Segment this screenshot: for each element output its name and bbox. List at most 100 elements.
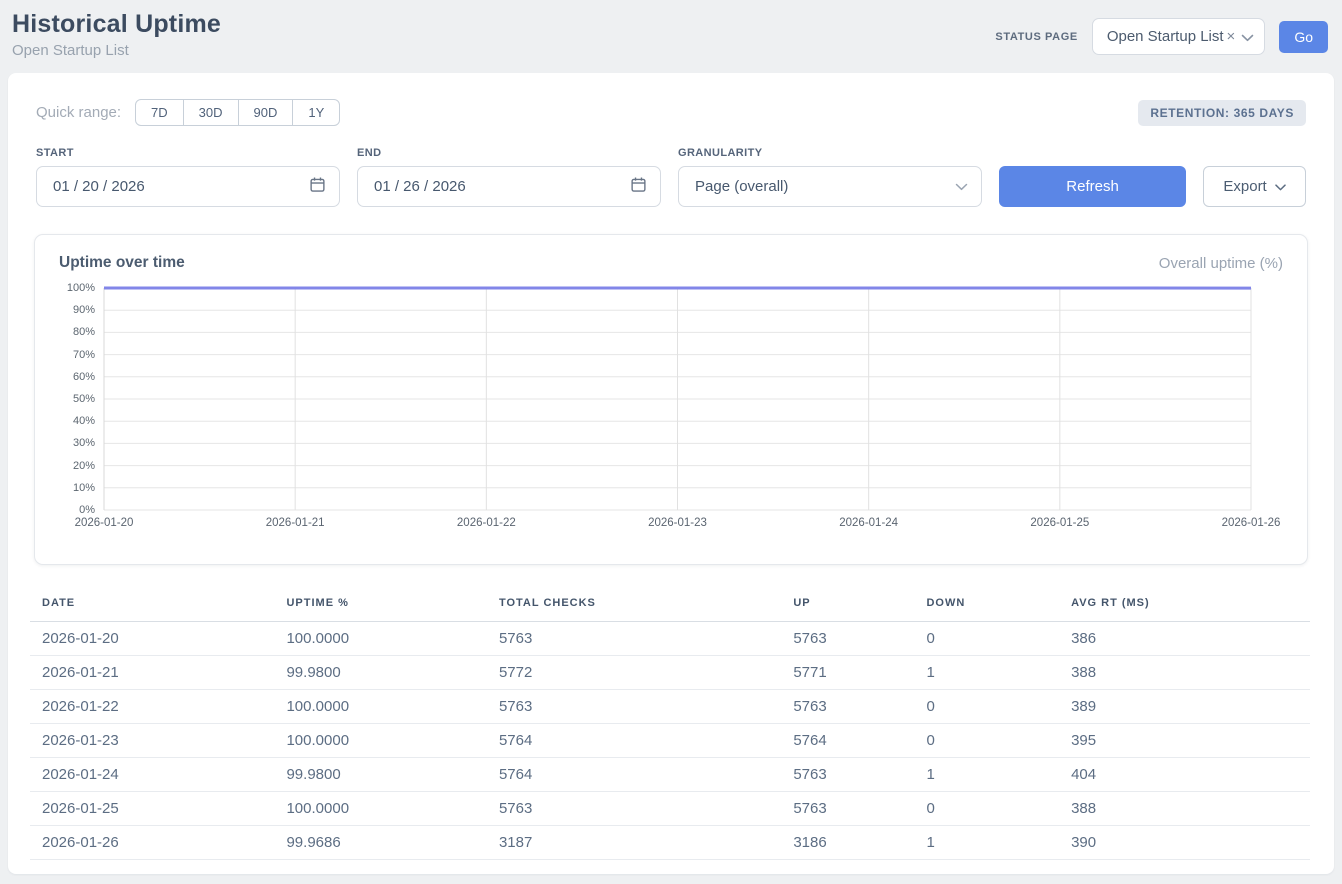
- table-cell: 5771: [781, 656, 914, 690]
- status-page-select[interactable]: Open Startup List ×: [1092, 18, 1266, 55]
- quick-range-30d-button[interactable]: 30D: [183, 99, 239, 126]
- table-cell: 99.9800: [274, 656, 486, 690]
- uptime-table-section: DATEUPTIME %TOTAL CHECKSUPDOWNAVG RT (MS…: [30, 591, 1310, 860]
- granularity-value: Page (overall): [695, 178, 788, 195]
- quick-range-7d-button[interactable]: 7D: [135, 99, 184, 126]
- table-row: 2026-01-2499.9800576457631404: [30, 758, 1310, 792]
- quick-range-label: Quick range:: [36, 104, 121, 121]
- start-date-field: START 01 / 20 / 2026: [36, 147, 340, 207]
- chart-canvas: [104, 288, 1251, 510]
- table-row: 2026-01-2699.9686318731861390: [30, 826, 1310, 860]
- end-date-input[interactable]: 01 / 26 / 2026: [357, 166, 661, 207]
- table-cell: 390: [1059, 826, 1310, 860]
- y-axis-tick: 90%: [73, 304, 95, 316]
- table-cell: 100.0000: [274, 724, 486, 758]
- uptime-line-chart: 100%90%80%70%60%50%40%30%20%10%0%2026-01…: [104, 288, 1251, 510]
- x-axis-tick: 2026-01-25: [1030, 517, 1089, 529]
- table-cell: 99.9686: [274, 826, 486, 860]
- calendar-icon[interactable]: [630, 176, 647, 197]
- y-axis-tick: 0%: [79, 504, 95, 516]
- table-row: 2026-01-23100.0000576457640395: [30, 724, 1310, 758]
- filter-controls-row: START 01 / 20 / 2026 END 01 / 26 / 2026: [36, 147, 1306, 207]
- table-cell: 395: [1059, 724, 1310, 758]
- table-cell: 5763: [781, 690, 914, 724]
- chart-legend: Overall uptime (%): [1159, 255, 1283, 272]
- x-axis-tick: 2026-01-26: [1222, 517, 1281, 529]
- y-axis-tick: 40%: [73, 415, 95, 427]
- table-cell: 5763: [487, 690, 781, 724]
- title-block: Historical Uptime Open Startup List: [12, 10, 221, 59]
- y-axis-tick: 80%: [73, 326, 95, 338]
- quick-range-90d-button[interactable]: 90D: [238, 99, 294, 126]
- table-cell: 2026-01-23: [30, 724, 274, 758]
- table-cell: 1: [914, 758, 1059, 792]
- x-axis-tick: 2026-01-21: [266, 517, 325, 529]
- table-cell: 0: [914, 690, 1059, 724]
- column-header: DOWN: [914, 591, 1059, 622]
- y-axis-tick: 60%: [73, 371, 95, 383]
- go-button[interactable]: Go: [1279, 21, 1328, 53]
- table-cell: 3187: [487, 826, 781, 860]
- table-row: 2026-01-25100.0000576357630388: [30, 792, 1310, 826]
- main-card: Quick range: 7D30D90D1Y RETENTION: 365 D…: [8, 73, 1334, 874]
- table-cell: 3186: [781, 826, 914, 860]
- quick-range-1y-button[interactable]: 1Y: [292, 99, 340, 126]
- table-cell: 2026-01-26: [30, 826, 274, 860]
- y-axis-tick: 70%: [73, 349, 95, 361]
- table-cell: 100.0000: [274, 792, 486, 826]
- table-cell: 100.0000: [274, 622, 486, 656]
- table-cell: 5763: [781, 622, 914, 656]
- table-cell: 5764: [487, 758, 781, 792]
- table-cell: 100.0000: [274, 690, 486, 724]
- table-cell: 389: [1059, 690, 1310, 724]
- table-cell: 1: [914, 656, 1059, 690]
- table-header-row: DATEUPTIME %TOTAL CHECKSUPDOWNAVG RT (MS…: [30, 591, 1310, 622]
- column-header: UP: [781, 591, 914, 622]
- table-cell: 1: [914, 826, 1059, 860]
- chart-header: Uptime over time Overall uptime (%): [35, 254, 1307, 272]
- table-cell: 386: [1059, 622, 1310, 656]
- table-row: 2026-01-22100.0000576357630389: [30, 690, 1310, 724]
- calendar-icon[interactable]: [309, 176, 326, 197]
- table-row: 2026-01-2199.9800577257711388: [30, 656, 1310, 690]
- end-date-field: END 01 / 26 / 2026: [357, 147, 661, 207]
- y-axis-tick: 100%: [67, 282, 95, 294]
- chevron-down-icon: [1241, 29, 1254, 46]
- clear-icon[interactable]: ×: [1227, 29, 1236, 44]
- column-header: TOTAL CHECKS: [487, 591, 781, 622]
- table-cell: 5763: [781, 792, 914, 826]
- start-date-input[interactable]: 01 / 20 / 2026: [36, 166, 340, 207]
- y-axis-tick: 10%: [73, 482, 95, 494]
- uptime-table: DATEUPTIME %TOTAL CHECKSUPDOWNAVG RT (MS…: [30, 591, 1310, 860]
- uptime-chart-card: Uptime over time Overall uptime (%) 100%…: [34, 234, 1308, 565]
- table-cell: 5764: [487, 724, 781, 758]
- x-axis-tick: 2026-01-23: [648, 517, 707, 529]
- table-cell: 0: [914, 724, 1059, 758]
- table-cell: 2026-01-21: [30, 656, 274, 690]
- table-cell: 404: [1059, 758, 1310, 792]
- table-cell: 5764: [781, 724, 914, 758]
- export-button[interactable]: Export: [1203, 166, 1306, 207]
- retention-badge: RETENTION: 365 DAYS: [1138, 100, 1306, 126]
- table-cell: 5763: [487, 792, 781, 826]
- table-cell: 388: [1059, 792, 1310, 826]
- y-axis-tick: 20%: [73, 460, 95, 472]
- table-cell: 2026-01-24: [30, 758, 274, 792]
- table-cell: 388: [1059, 656, 1310, 690]
- status-page-select-value: Open Startup List: [1107, 28, 1224, 45]
- chart-title: Uptime over time: [59, 254, 185, 272]
- y-axis-tick: 50%: [73, 393, 95, 405]
- end-date-value: 01 / 26 / 2026: [374, 178, 466, 195]
- table-cell: 2026-01-20: [30, 622, 274, 656]
- start-date-label: START: [36, 147, 340, 159]
- table-cell: 5763: [781, 758, 914, 792]
- status-page-label: STATUS PAGE: [995, 31, 1077, 43]
- granularity-select[interactable]: Page (overall): [678, 166, 982, 207]
- column-header: DATE: [30, 591, 274, 622]
- granularity-field: GRANULARITY Page (overall): [678, 147, 982, 207]
- quick-range-group: 7D30D90D1Y: [135, 99, 340, 126]
- topbar: Historical Uptime Open Startup List STAT…: [8, 0, 1334, 73]
- table-cell: 5763: [487, 622, 781, 656]
- refresh-button[interactable]: Refresh: [999, 166, 1186, 207]
- table-cell: 0: [914, 622, 1059, 656]
